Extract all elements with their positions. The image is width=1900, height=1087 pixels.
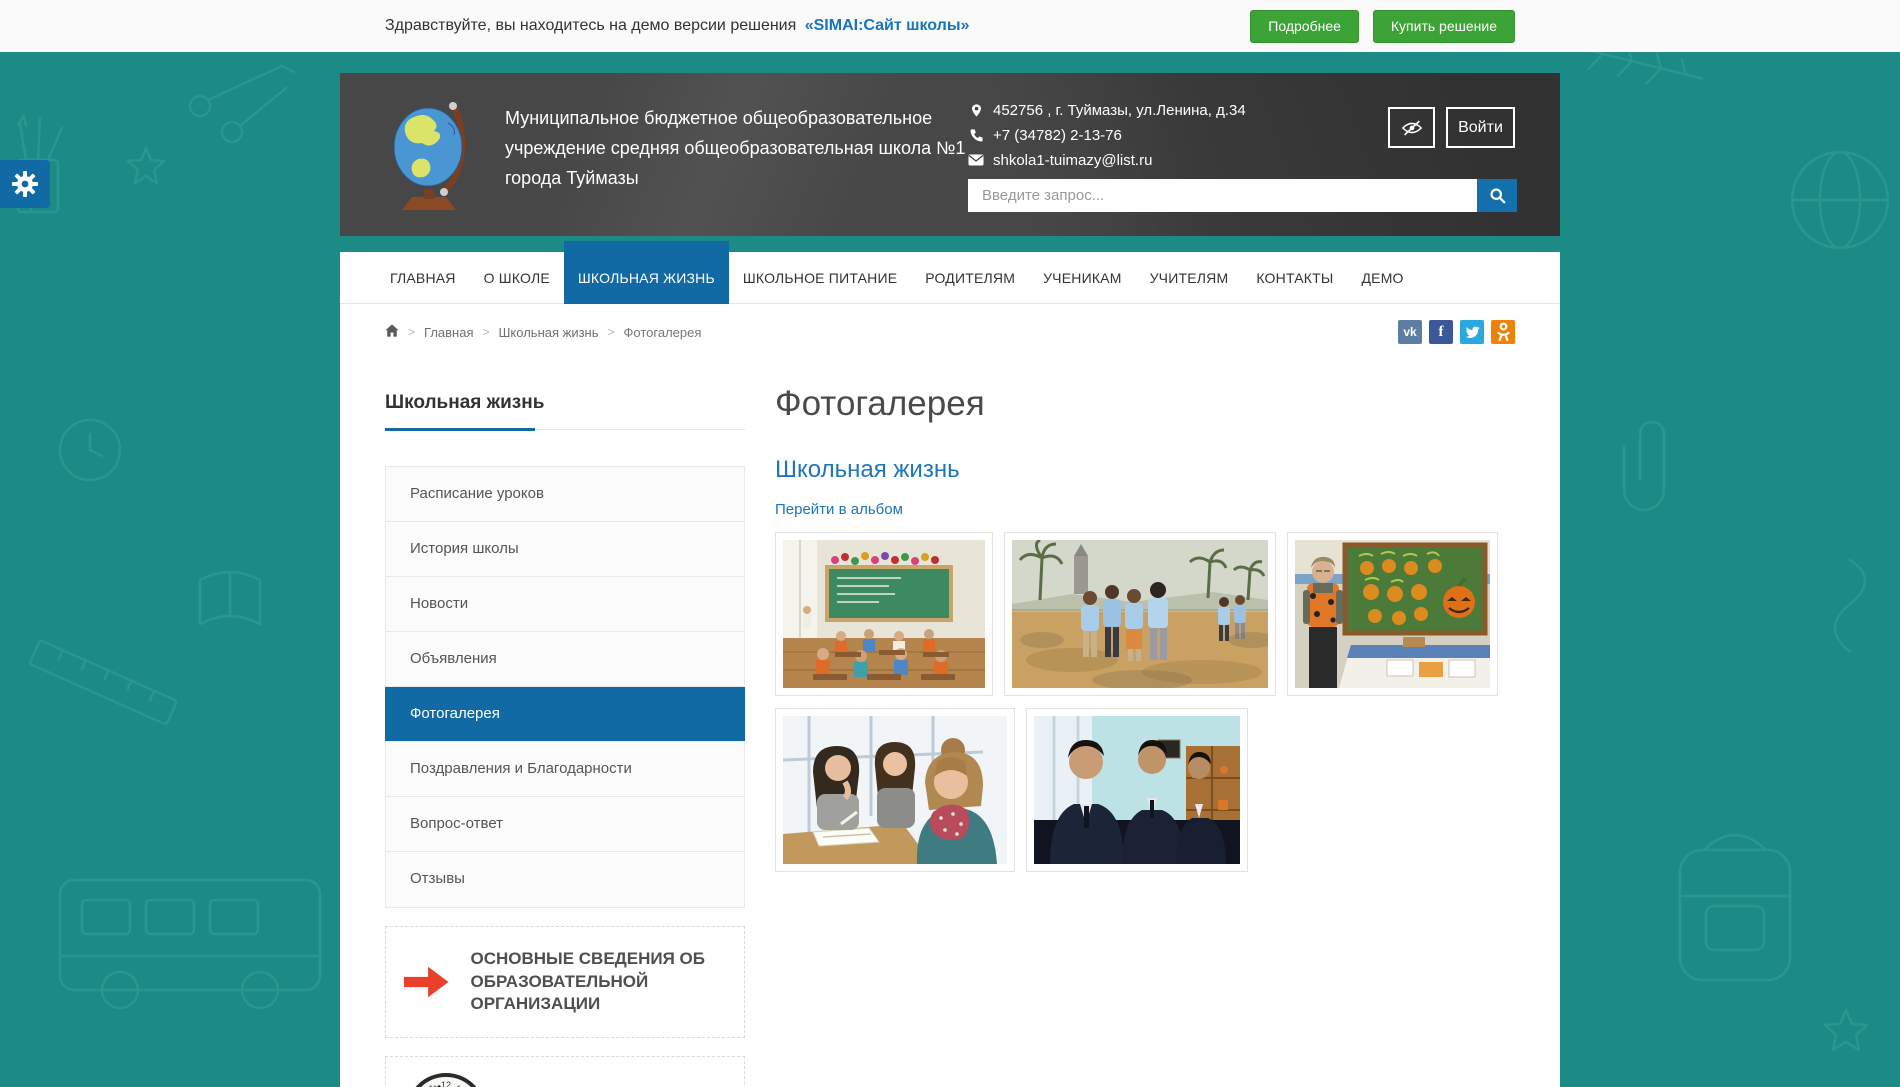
social-share-buttons: vk f (1398, 320, 1515, 344)
breadcrumb: > Главная > Школьная жизнь > Фотогалерея (385, 324, 701, 340)
photo-card-girls-studying[interactable] (775, 708, 1015, 872)
school-name: Муниципальное бюджетное общеобразователь… (505, 103, 975, 193)
demo-product-link[interactable]: «SIMAI:Сайт школы» (805, 17, 970, 34)
gear-icon (11, 170, 39, 198)
nav-item-school-meals[interactable]: ШКОЛЬНОЕ ПИТАНИЕ (729, 252, 911, 304)
envelope-icon (968, 154, 984, 166)
photo-gallery-page: Фотогалерея Школьная жизнь Перейти в аль… (775, 360, 1515, 1087)
nav-item-parents[interactable]: РОДИТЕЛЯМ (911, 252, 1029, 304)
accessibility-eye-button[interactable] (1388, 107, 1435, 148)
twitter-icon[interactable] (1460, 320, 1484, 344)
red-arrow-icon (404, 949, 449, 1015)
breadcrumb-current: Фотогалерея (624, 325, 702, 340)
demo-banner-text: Здравствуйте, вы находитесь на демо верс… (385, 17, 796, 34)
sidebar-title: Школьная жизнь (385, 392, 745, 414)
widget-timetable[interactable]: 1212 345 678 91011 РАСПИСАНИЕ (385, 1056, 745, 1087)
location-pin-icon (968, 102, 984, 119)
search-input[interactable] (968, 179, 1477, 212)
pumpkin-exhibit-photo (1295, 540, 1490, 688)
phone-text: +7 (34782) 2-13-76 (993, 127, 1122, 144)
sidebar-item-school-history[interactable]: История школы (386, 522, 744, 577)
home-icon[interactable] (385, 324, 399, 340)
search-button[interactable] (1477, 179, 1517, 212)
sidebar-item-lesson-schedule[interactable]: Расписание уроков (386, 467, 744, 522)
sidebar-item-announcements[interactable]: Объявления (386, 632, 744, 687)
search-bar (968, 179, 1517, 212)
demo-banner: Здравствуйте, вы находитесь на демо верс… (0, 0, 1900, 52)
breadcrumb-school-life-link[interactable]: Школьная жизнь (499, 325, 599, 340)
details-button[interactable]: Подробнее (1250, 10, 1359, 43)
photo-card-classroom[interactable] (775, 532, 993, 696)
photo-grid (775, 532, 1515, 872)
nav-item-teachers[interactable]: УЧИТЕЛЯМ (1136, 252, 1243, 304)
nav-item-contacts[interactable]: КОНТАКТЫ (1242, 252, 1347, 304)
phone-icon (968, 128, 984, 143)
email-link[interactable]: shkola1-tuimazy@list.ru (993, 152, 1152, 169)
search-icon (1489, 187, 1506, 204)
address-text: 452756 , г. Туймазы, ул.Ленина, д.34 (993, 102, 1246, 119)
nav-item-school-life[interactable]: ШКОЛЬНАЯ ЖИЗНЬ (564, 241, 729, 304)
login-button[interactable]: Войти (1446, 107, 1515, 148)
girls-studying-photo (783, 716, 1007, 864)
album-heading[interactable]: Школьная жизнь (775, 456, 1515, 484)
nav-item-about-school[interactable]: О ШКОЛЕ (470, 252, 564, 304)
site-header: Муниципальное бюджетное общеобразователь… (340, 73, 1560, 236)
breadcrumb-home-link[interactable]: Главная (424, 325, 473, 340)
sidebar-item-photo-gallery[interactable]: Фотогалерея (385, 687, 745, 742)
widget-basic-info[interactable]: ОСНОВНЫЕ СВЕДЕНИЯ ОБ ОБРАЗОВАТЕЛЬНОЙ ОРГ… (385, 926, 745, 1038)
header-contacts: 452756 , г. Туймазы, ул.Ленина, д.34 +7 … (968, 99, 1246, 174)
photo-card-students-outdoors[interactable] (1004, 532, 1276, 696)
sidebar-item-congratulations[interactable]: Поздравления и Благодарности (386, 742, 744, 797)
nav-item-students[interactable]: УЧЕНИКАМ (1029, 252, 1136, 304)
boys-in-suits-photo (1034, 716, 1240, 864)
sidebar-item-news[interactable]: Новости (386, 577, 744, 632)
widget-basic-info-label: ОСНОВНЫЕ СВЕДЕНИЯ ОБ ОБРАЗОВАТЕЛЬНОЙ ОРГ… (471, 948, 727, 1015)
classroom-photo (783, 540, 985, 688)
sidebar-item-reviews[interactable]: Отзывы (386, 852, 744, 907)
sidebar-menu: Расписание уроков История школы Новости … (385, 466, 745, 908)
photo-card-boys-in-suits[interactable] (1026, 708, 1248, 872)
buy-solution-button[interactable]: Купить решение (1373, 10, 1515, 43)
main-navigation: ГЛАВНАЯ О ШКОЛЕ ШКОЛЬНАЯ ЖИЗНЬ ШКОЛЬНОЕ … (340, 252, 1560, 304)
album-link[interactable]: Перейти в альбом (775, 501, 903, 518)
sidebar-title-underline (385, 427, 745, 430)
students-outdoors-photo (1012, 540, 1268, 688)
sidebar-item-question-answer[interactable]: Вопрос-ответ (386, 797, 744, 852)
school-logo-globe[interactable] (388, 97, 476, 215)
settings-gear-button[interactable] (0, 160, 50, 208)
nav-item-demo[interactable]: ДЕМО (1347, 252, 1417, 304)
odnoklassniki-icon[interactable] (1491, 320, 1515, 344)
eye-slash-icon (1401, 119, 1423, 137)
sidebar: Школьная жизнь Расписание уроков История… (385, 360, 745, 1087)
svg-text:12: 12 (441, 1080, 451, 1087)
page-title: Фотогалерея (775, 384, 1515, 424)
facebook-icon[interactable]: f (1429, 320, 1453, 344)
photo-card-pumpkin-exhibit[interactable] (1287, 532, 1498, 696)
clock-icon: 1212 345 678 91011 (404, 1071, 488, 1087)
nav-item-home[interactable]: ГЛАВНАЯ (376, 252, 470, 304)
vk-icon[interactable]: vk (1398, 320, 1422, 344)
